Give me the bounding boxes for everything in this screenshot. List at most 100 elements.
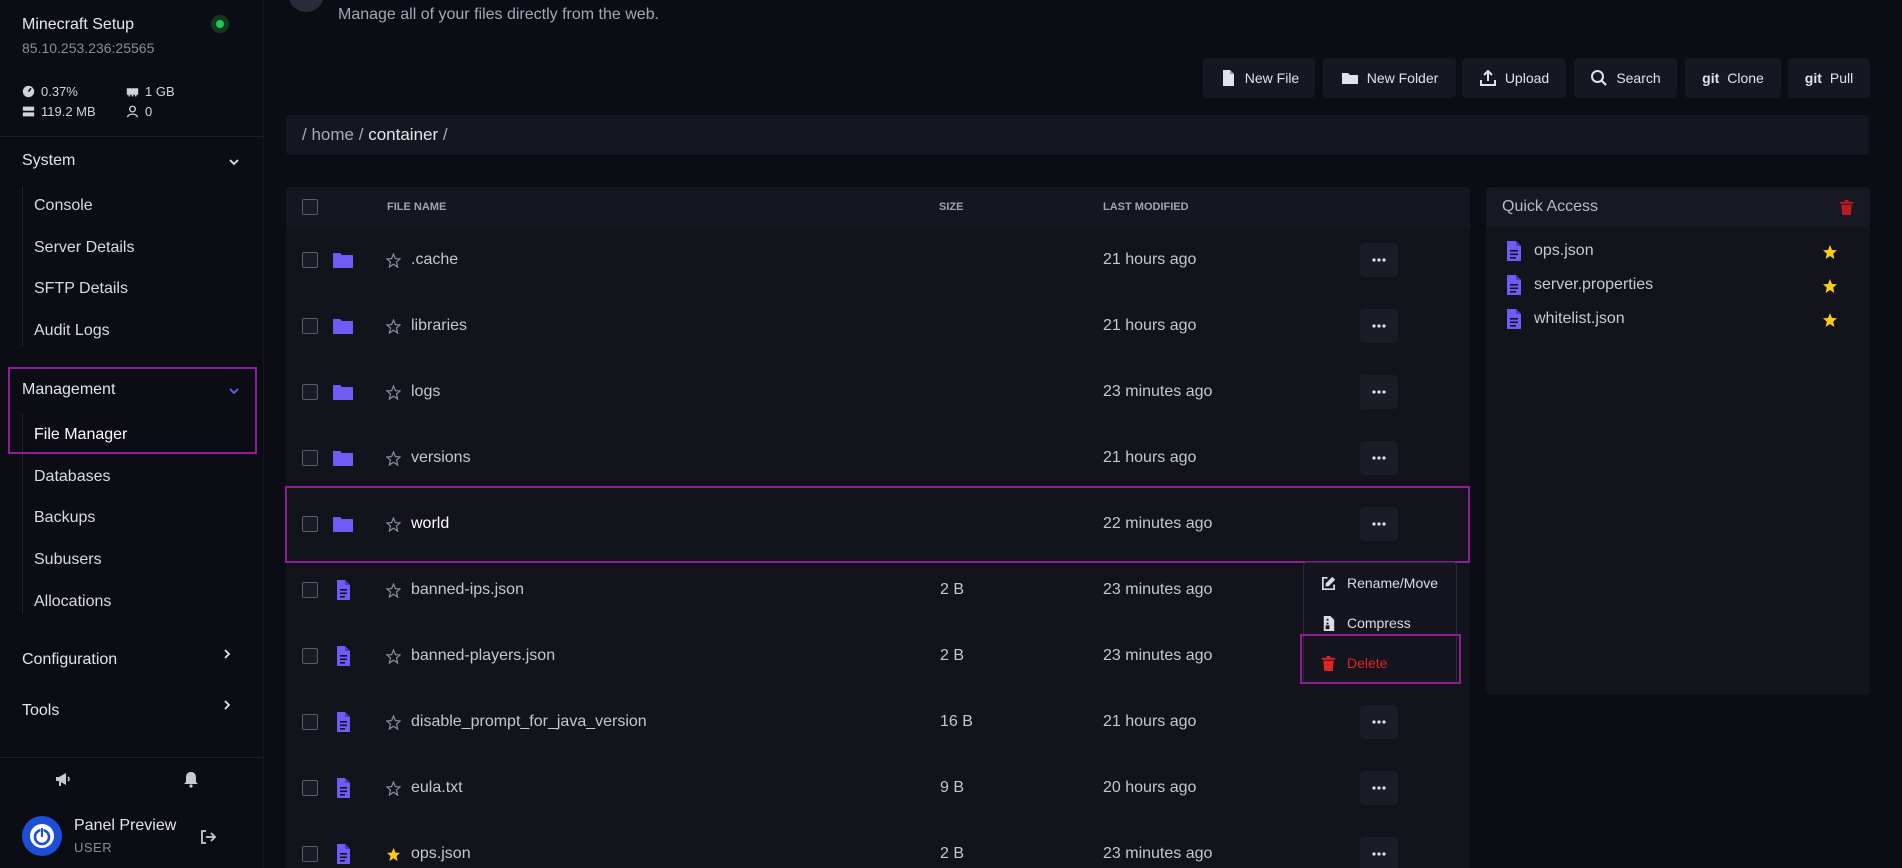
chevron-down-icon[interactable] xyxy=(227,384,241,398)
row-actions-button[interactable] xyxy=(1360,243,1398,277)
star-outline-icon[interactable] xyxy=(386,715,401,730)
row-actions-button[interactable] xyxy=(1360,441,1398,475)
sidebar-section-management[interactable]: Management xyxy=(22,381,115,399)
file-icon xyxy=(337,778,350,798)
sidebar-item-audit-logs[interactable]: Audit Logs xyxy=(34,322,110,340)
table-row[interactable]: disable_prompt_for_java_version 16 B 21 ho… xyxy=(286,689,1470,755)
chevron-right-icon[interactable] xyxy=(220,647,234,661)
row-checkbox[interactable] xyxy=(302,846,318,862)
bell-icon[interactable] xyxy=(182,770,200,788)
star-filled-icon[interactable] xyxy=(1822,244,1838,260)
star-outline-icon[interactable] xyxy=(386,253,401,268)
column-header-modified[interactable]: LAST MODIFIED xyxy=(1103,201,1189,213)
megaphone-icon[interactable] xyxy=(54,770,72,788)
row-checkbox[interactable] xyxy=(302,516,318,532)
upload-button[interactable]: Upload xyxy=(1462,58,1566,98)
star-outline-icon[interactable] xyxy=(386,451,401,466)
star-filled-icon[interactable] xyxy=(1822,278,1838,294)
row-actions-button[interactable] xyxy=(1360,837,1398,868)
sidebar-item-file-manager[interactable]: File Manager xyxy=(34,426,127,444)
row-checkbox[interactable] xyxy=(302,450,318,466)
file-name[interactable]: banned-players.json xyxy=(411,647,555,665)
star-filled-icon[interactable] xyxy=(386,847,401,862)
logout-icon[interactable] xyxy=(199,828,217,846)
trash-icon[interactable] xyxy=(1838,199,1855,216)
git-pull-button[interactable]: git Pull xyxy=(1788,58,1870,98)
file-name[interactable]: logs xyxy=(411,383,440,401)
file-name[interactable]: eula.txt xyxy=(411,779,463,797)
breadcrumb-container[interactable]: container xyxy=(368,125,438,145)
file-name[interactable]: world xyxy=(411,515,449,533)
gauge-icon xyxy=(22,85,35,98)
column-header-name[interactable]: FILE NAME xyxy=(387,201,446,213)
row-checkbox[interactable] xyxy=(302,318,318,334)
star-outline-icon[interactable] xyxy=(386,649,401,664)
sidebar-section-configuration[interactable]: Configuration xyxy=(22,651,117,669)
delete-menu-item[interactable]: Delete xyxy=(1304,645,1458,681)
quick-access-item[interactable]: whitelist.json xyxy=(1486,303,1870,335)
file-name[interactable]: banned-ips.json xyxy=(411,581,524,599)
compress-menu-item[interactable]: Compress xyxy=(1304,605,1458,641)
rename-move-menu-item[interactable]: Rename/Move xyxy=(1304,565,1458,601)
file-icon xyxy=(337,712,350,732)
row-checkbox[interactable] xyxy=(302,384,318,400)
table-row[interactable]: logs 23 minutes ago xyxy=(286,359,1470,425)
column-header-size[interactable]: SIZE xyxy=(939,201,963,213)
new-file-button[interactable]: New File xyxy=(1203,58,1315,98)
table-row[interactable]: libraries 21 hours ago xyxy=(286,293,1470,359)
search-button[interactable]: Search xyxy=(1574,58,1677,98)
user-avatar[interactable] xyxy=(22,816,62,856)
file-name[interactable]: disable_prompt_for_java_version xyxy=(411,713,647,731)
table-row[interactable]: banned-ips.json 2 B 23 minutes ago xyxy=(286,557,1470,623)
star-filled-icon[interactable] xyxy=(1822,312,1838,328)
file-name[interactable]: ops.json xyxy=(411,845,471,863)
quick-access-name[interactable]: whitelist.json xyxy=(1534,310,1625,328)
table-row[interactable]: world 22 minutes ago xyxy=(286,491,1470,557)
sidebar: Minecraft Setup 85.10.253.236:25565 0.37… xyxy=(0,0,264,868)
chevron-right-icon[interactable] xyxy=(220,698,234,712)
git-clone-button[interactable]: git Clone xyxy=(1685,58,1781,98)
sidebar-item-sftp-details[interactable]: SFTP Details xyxy=(34,280,128,298)
quick-access-name[interactable]: ops.json xyxy=(1534,242,1594,260)
sidebar-section-tools[interactable]: Tools xyxy=(22,702,59,720)
sidebar-item-console[interactable]: Console xyxy=(34,197,93,215)
star-outline-icon[interactable] xyxy=(386,385,401,400)
quick-access-item[interactable]: server.properties xyxy=(1486,269,1870,301)
table-row[interactable]: eula.txt 9 B 20 hours ago xyxy=(286,755,1470,821)
chevron-down-icon[interactable] xyxy=(227,155,241,169)
file-name[interactable]: .cache xyxy=(411,251,458,269)
quick-access-name[interactable]: server.properties xyxy=(1534,276,1653,294)
new-folder-button[interactable]: New Folder xyxy=(1323,58,1456,98)
select-all-checkbox[interactable] xyxy=(302,199,318,215)
quick-access-item[interactable]: ops.json xyxy=(1486,235,1870,267)
sidebar-item-allocations[interactable]: Allocations xyxy=(34,593,111,611)
row-actions-button[interactable] xyxy=(1360,375,1398,409)
file-name[interactable]: libraries xyxy=(411,317,467,335)
table-row[interactable]: banned-players.json 2 B 23 minutes ago xyxy=(286,623,1470,689)
table-row[interactable]: .cache 21 hours ago xyxy=(286,227,1470,293)
row-checkbox[interactable] xyxy=(302,648,318,664)
sidebar-item-backups[interactable]: Backups xyxy=(34,509,95,527)
table-row[interactable]: versions 21 hours ago xyxy=(286,425,1470,491)
star-outline-icon[interactable] xyxy=(386,781,401,796)
sidebar-item-subusers[interactable]: Subusers xyxy=(34,551,102,569)
row-checkbox[interactable] xyxy=(302,780,318,796)
star-outline-icon[interactable] xyxy=(386,583,401,598)
table-row[interactable]: ops.json 2 B 23 minutes ago xyxy=(286,821,1470,868)
row-actions-button[interactable] xyxy=(1360,771,1398,805)
row-actions-button[interactable] xyxy=(1360,309,1398,343)
row-actions-button[interactable] xyxy=(1360,705,1398,739)
breadcrumb-home[interactable]: home xyxy=(311,125,354,145)
row-checkbox[interactable] xyxy=(302,252,318,268)
sidebar-item-databases[interactable]: Databases xyxy=(34,468,111,486)
star-outline-icon[interactable] xyxy=(386,319,401,334)
upload-icon xyxy=(1479,69,1496,86)
sidebar-section-system[interactable]: System xyxy=(22,152,75,170)
row-actions-button[interactable] xyxy=(1360,507,1398,541)
row-checkbox[interactable] xyxy=(302,714,318,730)
star-outline-icon[interactable] xyxy=(386,517,401,532)
sidebar-divider xyxy=(0,136,264,137)
row-checkbox[interactable] xyxy=(302,582,318,598)
sidebar-item-server-details[interactable]: Server Details xyxy=(34,239,134,257)
file-name[interactable]: versions xyxy=(411,449,471,467)
